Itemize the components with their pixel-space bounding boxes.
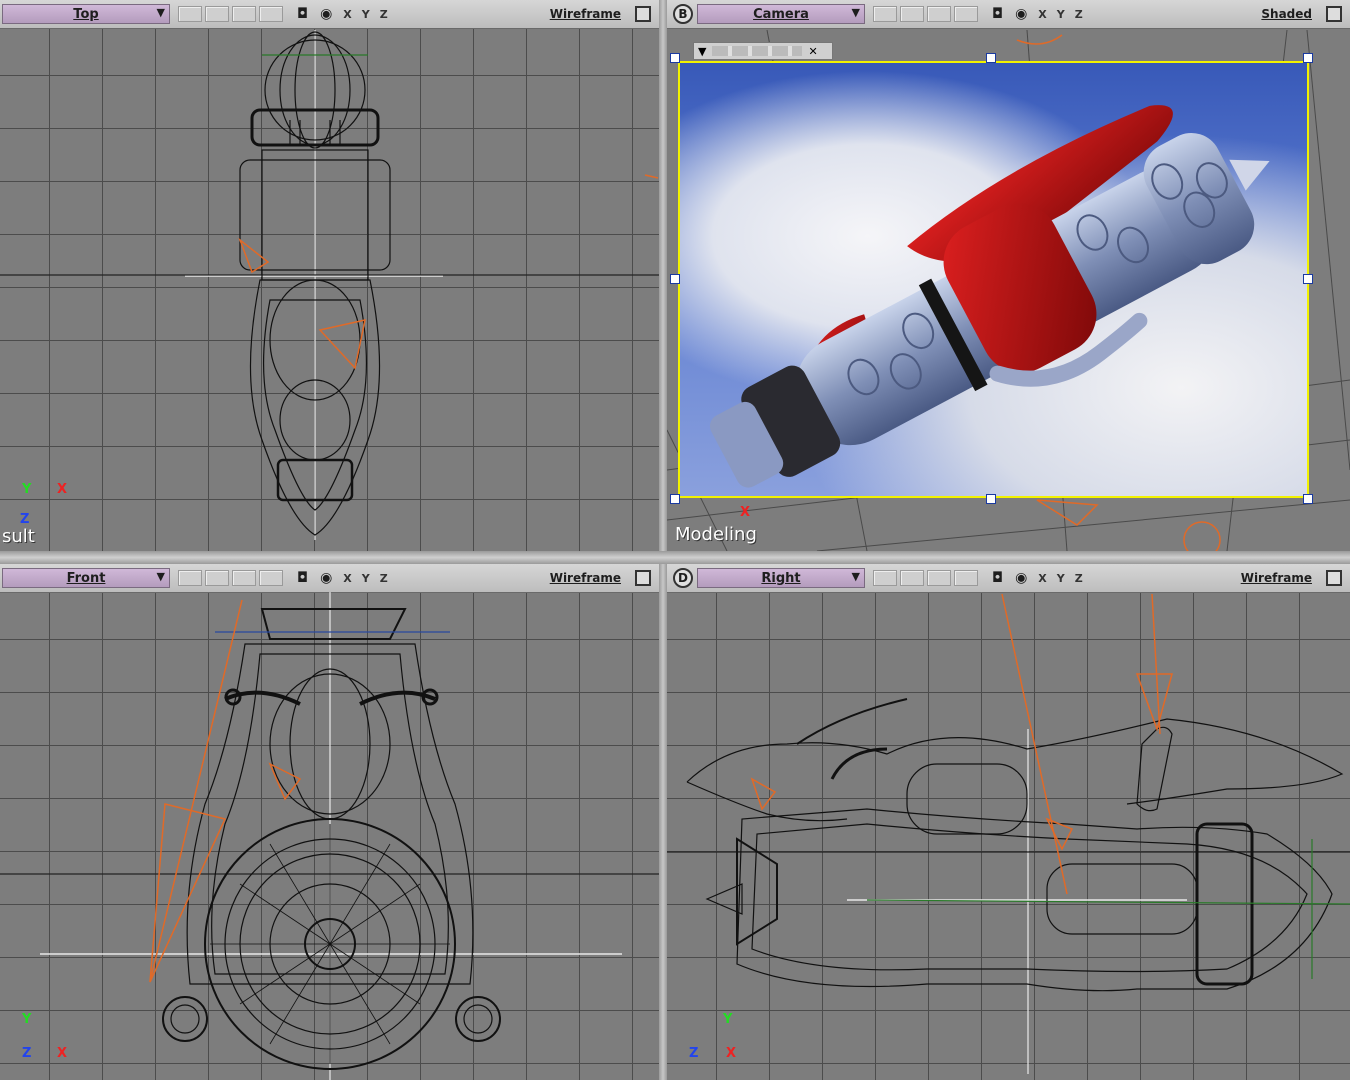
camera-icon[interactable]: ◘ [992,6,1003,22]
triad-y-label: Y [22,482,32,497]
right-wireframe-model[interactable] [667,564,1350,1080]
selection-handle[interactable] [1303,494,1313,504]
viewport-front[interactable]: Front ▼ ◘ ◉ X Y Z Wireframe Y X Z [0,564,659,1080]
slot[interactable] [954,6,978,22]
triad-z-label: Z [20,512,30,527]
dropdown-arrow-icon: ▼ [698,44,707,58]
axis-x-toggle[interactable]: X [1038,8,1046,21]
selection-handle[interactable] [670,494,680,504]
selection-handle[interactable] [670,274,680,284]
camera-render-mode[interactable]: Shaded [1261,7,1312,21]
selection-handle[interactable] [670,53,680,63]
triad-x-label: X [57,1046,68,1061]
triad-x-label: X [57,482,68,497]
selection-handle[interactable] [986,494,996,504]
camera-toolbar: B Camera ▼ ◘ ◉ X Y Z Shaded [667,0,1350,29]
triad-y-label: Y [22,1012,32,1027]
viewport-right[interactable]: D Right ▼ ◘ ◉ X Y Z Wireframe Y X Z [667,564,1350,1080]
camera-overlay-text: Modeling [675,524,757,545]
top-corner-text: sult [2,526,35,547]
close-icon[interactable]: ✕ [808,45,817,58]
triad-z-label: Z [22,1046,32,1061]
vertical-splitter[interactable] [659,0,667,1080]
viewport-camera[interactable]: B Camera ▼ ◘ ◉ X Y Z Shaded ▼ ✕ X Modeli… [667,0,1350,551]
selection-handle[interactable] [1303,274,1313,284]
selection-handle[interactable] [1303,53,1313,63]
render-preview[interactable] [678,61,1309,498]
render-model-image [709,105,1270,488]
triad-z-label: Z [689,1046,699,1061]
camera-view-label: Camera [753,6,809,22]
dropdown-arrow-icon: ▼ [851,6,860,19]
triad-x-label: X [726,1046,737,1061]
triad-y-label: Y [723,1012,733,1027]
slot[interactable] [927,6,951,22]
slot[interactable] [873,6,897,22]
selection-handle[interactable] [986,53,996,63]
preview-slots [712,46,803,56]
eye-icon[interactable]: ◉ [1015,6,1027,22]
front-wireframe-model[interactable] [0,564,659,1080]
slot[interactable] [900,6,924,22]
maximize-icon[interactable] [1326,6,1342,22]
axis-z-toggle[interactable]: Z [1075,8,1083,21]
axis-y-toggle[interactable]: Y [1057,8,1065,21]
horizontal-splitter[interactable] [0,551,1350,564]
camera-slots [873,6,978,22]
render-preview-tab[interactable]: ▼ ✕ [693,42,833,60]
viewport-letter-badge[interactable]: B [673,4,693,24]
triad-x-label: X [740,505,751,520]
viewport-top[interactable]: Top ▼ ◘ ◉ X Y Z Wireframe sult Y X Z [0,0,659,551]
camera-view-dropdown[interactable]: Camera ▼ [697,4,865,24]
top-wireframe-model[interactable] [0,0,659,551]
